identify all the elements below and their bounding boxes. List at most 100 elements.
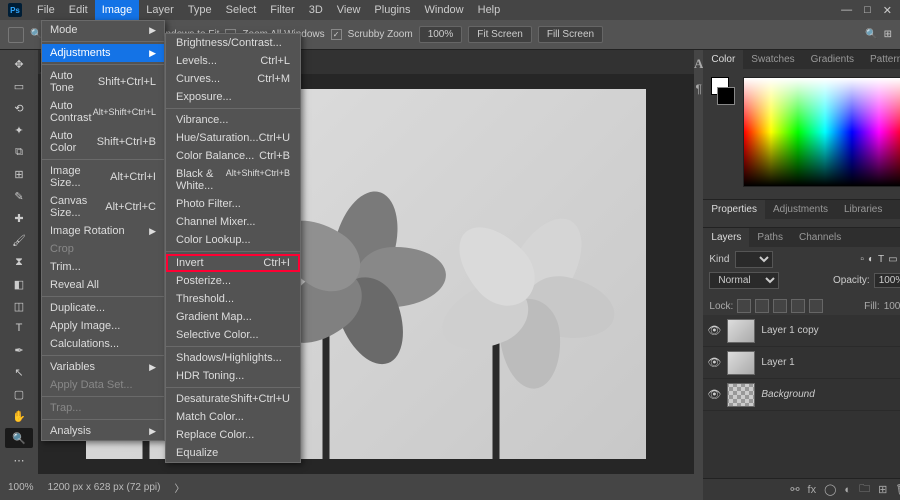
tab-properties[interactable]: Properties: [703, 200, 765, 219]
hand-tool[interactable]: ✋: [5, 406, 33, 426]
menu-view[interactable]: View: [330, 0, 368, 20]
tab-color[interactable]: Color: [703, 50, 743, 69]
brush-tool[interactable]: 🖌: [5, 230, 33, 250]
gradient-tool[interactable]: ◫: [5, 296, 33, 316]
tab-channels[interactable]: Channels: [791, 228, 849, 247]
sm-threshold[interactable]: Threshold...: [166, 290, 300, 308]
filter-pixel-icon[interactable]: ▫: [860, 254, 864, 265]
new-fill-icon[interactable]: ◐: [844, 484, 851, 496]
mi-auto-contrast[interactable]: Auto ContrastAlt+Shift+Ctrl+L: [42, 97, 164, 127]
tab-patterns[interactable]: Patterns: [862, 50, 900, 69]
menu-edit[interactable]: Edit: [62, 0, 95, 20]
sm-brightness[interactable]: Brightness/Contrast...: [166, 34, 300, 52]
mi-adjustments[interactable]: Adjustments▶: [42, 44, 164, 62]
pen-tool[interactable]: ✒: [5, 340, 33, 360]
sm-levels[interactable]: Levels...Ctrl+L: [166, 52, 300, 70]
move-tool[interactable]: ✥: [5, 54, 33, 74]
mi-calculations[interactable]: Calculations...: [42, 335, 164, 353]
menu-window[interactable]: Window: [418, 0, 471, 20]
zoom-tool[interactable]: 🔍: [5, 428, 33, 448]
lock-position-icon[interactable]: [773, 299, 787, 313]
paragraph-panel-icon[interactable]: ¶: [695, 82, 701, 96]
sm-equalize[interactable]: Equalize: [166, 444, 300, 462]
menu-3d[interactable]: 3D: [302, 0, 330, 20]
filter-type-icon[interactable]: T: [878, 254, 884, 265]
fill-screen-button[interactable]: Fill Screen: [538, 26, 603, 43]
sm-vibrance[interactable]: Vibrance...: [166, 111, 300, 129]
mi-analysis[interactable]: Analysis▶: [42, 422, 164, 440]
layer-fx-icon[interactable]: fx: [808, 484, 817, 496]
eraser-tool[interactable]: ◧: [5, 274, 33, 294]
marquee-tool[interactable]: ▭: [5, 76, 33, 96]
menu-select[interactable]: Select: [219, 0, 264, 20]
tab-libraries[interactable]: Libraries: [836, 200, 890, 219]
sm-curves[interactable]: Curves...Ctrl+M: [166, 70, 300, 88]
sm-desaturate[interactable]: DesaturateShift+Ctrl+U: [166, 390, 300, 408]
tab-swatches[interactable]: Swatches: [743, 50, 802, 69]
mi-canvas-size[interactable]: Canvas Size...Alt+Ctrl+C: [42, 192, 164, 222]
layer-row[interactable]: 👁Layer 1 copy: [703, 315, 900, 347]
home-icon[interactable]: [8, 27, 24, 43]
path-tool[interactable]: ↖: [5, 362, 33, 382]
mi-image-size[interactable]: Image Size...Alt+Ctrl+I: [42, 162, 164, 192]
lock-pixels-icon[interactable]: [755, 299, 769, 313]
minimize-icon[interactable]: —: [841, 4, 852, 17]
zoom-100-button[interactable]: 100%: [419, 26, 463, 43]
sm-gradient-map[interactable]: Gradient Map...: [166, 308, 300, 326]
visibility-icon[interactable]: 👁: [707, 356, 721, 369]
sm-invert[interactable]: InvertCtrl+I: [166, 254, 300, 272]
menu-type[interactable]: Type: [181, 0, 219, 20]
sm-color-balance[interactable]: Color Balance...Ctrl+B: [166, 147, 300, 165]
lock-transparent-icon[interactable]: [737, 299, 751, 313]
scrubby-zoom-checkbox[interactable]: ✓: [331, 29, 342, 40]
doc-dimensions[interactable]: 1200 px x 628 px (72 ppi): [48, 482, 161, 493]
mi-auto-tone[interactable]: Auto ToneShift+Ctrl+L: [42, 67, 164, 97]
blend-mode-select[interactable]: Normal: [709, 272, 779, 289]
tab-paths[interactable]: Paths: [749, 228, 791, 247]
fit-screen-button[interactable]: Fit Screen: [468, 26, 532, 43]
kind-filter[interactable]: [735, 251, 773, 268]
mi-trap[interactable]: Trap...: [42, 399, 164, 417]
shape-tool[interactable]: ▢: [5, 384, 33, 404]
mi-auto-color[interactable]: Auto ColorShift+Ctrl+B: [42, 127, 164, 157]
mi-reveal-all[interactable]: Reveal All: [42, 276, 164, 294]
type-tool[interactable]: T: [5, 318, 33, 338]
new-layer-icon[interactable]: ⊞: [878, 483, 887, 496]
mi-crop[interactable]: Crop: [42, 240, 164, 258]
tab-gradients[interactable]: Gradients: [803, 50, 862, 69]
sm-color-lookup[interactable]: Color Lookup...: [166, 231, 300, 249]
close-icon[interactable]: ✕: [883, 4, 892, 17]
sm-exposure[interactable]: Exposure...: [166, 88, 300, 106]
sm-match-color[interactable]: Match Color...: [166, 408, 300, 426]
mi-image-rotation[interactable]: Image Rotation▶: [42, 222, 164, 240]
crop-tool[interactable]: ⧉: [5, 142, 33, 162]
visibility-icon[interactable]: 👁: [707, 324, 721, 337]
delete-layer-icon[interactable]: 🗑: [895, 483, 900, 496]
sm-replace-color[interactable]: Replace Color...: [166, 426, 300, 444]
color-spectrum[interactable]: [743, 77, 900, 187]
layer-mask-icon[interactable]: ◯: [824, 483, 836, 496]
layer-row[interactable]: 👁Layer 1: [703, 347, 900, 379]
sm-photo-filter[interactable]: Photo Filter...: [166, 195, 300, 213]
fill-input[interactable]: 100%: [884, 301, 900, 312]
menu-layer[interactable]: Layer: [139, 0, 181, 20]
sm-channel-mixer[interactable]: Channel Mixer...: [166, 213, 300, 231]
menu-file[interactable]: File: [30, 0, 62, 20]
menu-help[interactable]: Help: [471, 0, 508, 20]
filter-shape-icon[interactable]: ▭: [888, 254, 897, 265]
edit-toolbar[interactable]: ⋯: [5, 450, 33, 470]
sm-black-white[interactable]: Black & White...Alt+Shift+Ctrl+B: [166, 165, 300, 195]
wand-tool[interactable]: ✦: [5, 120, 33, 140]
stamp-tool[interactable]: ⧗: [5, 252, 33, 272]
frame-tool[interactable]: ⊞: [5, 164, 33, 184]
background-color[interactable]: [717, 87, 735, 105]
lock-artboard-icon[interactable]: [791, 299, 805, 313]
search-icon[interactable]: 🔍: [865, 29, 877, 40]
menu-filter[interactable]: Filter: [263, 0, 301, 20]
sm-hdr[interactable]: HDR Toning...: [166, 367, 300, 385]
workspace-icon[interactable]: ⊞: [884, 29, 892, 40]
menu-image[interactable]: Image: [95, 0, 140, 20]
filter-adjust-icon[interactable]: ◐: [868, 254, 874, 265]
mi-mode[interactable]: Mode▶: [42, 21, 164, 39]
menu-plugins[interactable]: Plugins: [367, 0, 417, 20]
